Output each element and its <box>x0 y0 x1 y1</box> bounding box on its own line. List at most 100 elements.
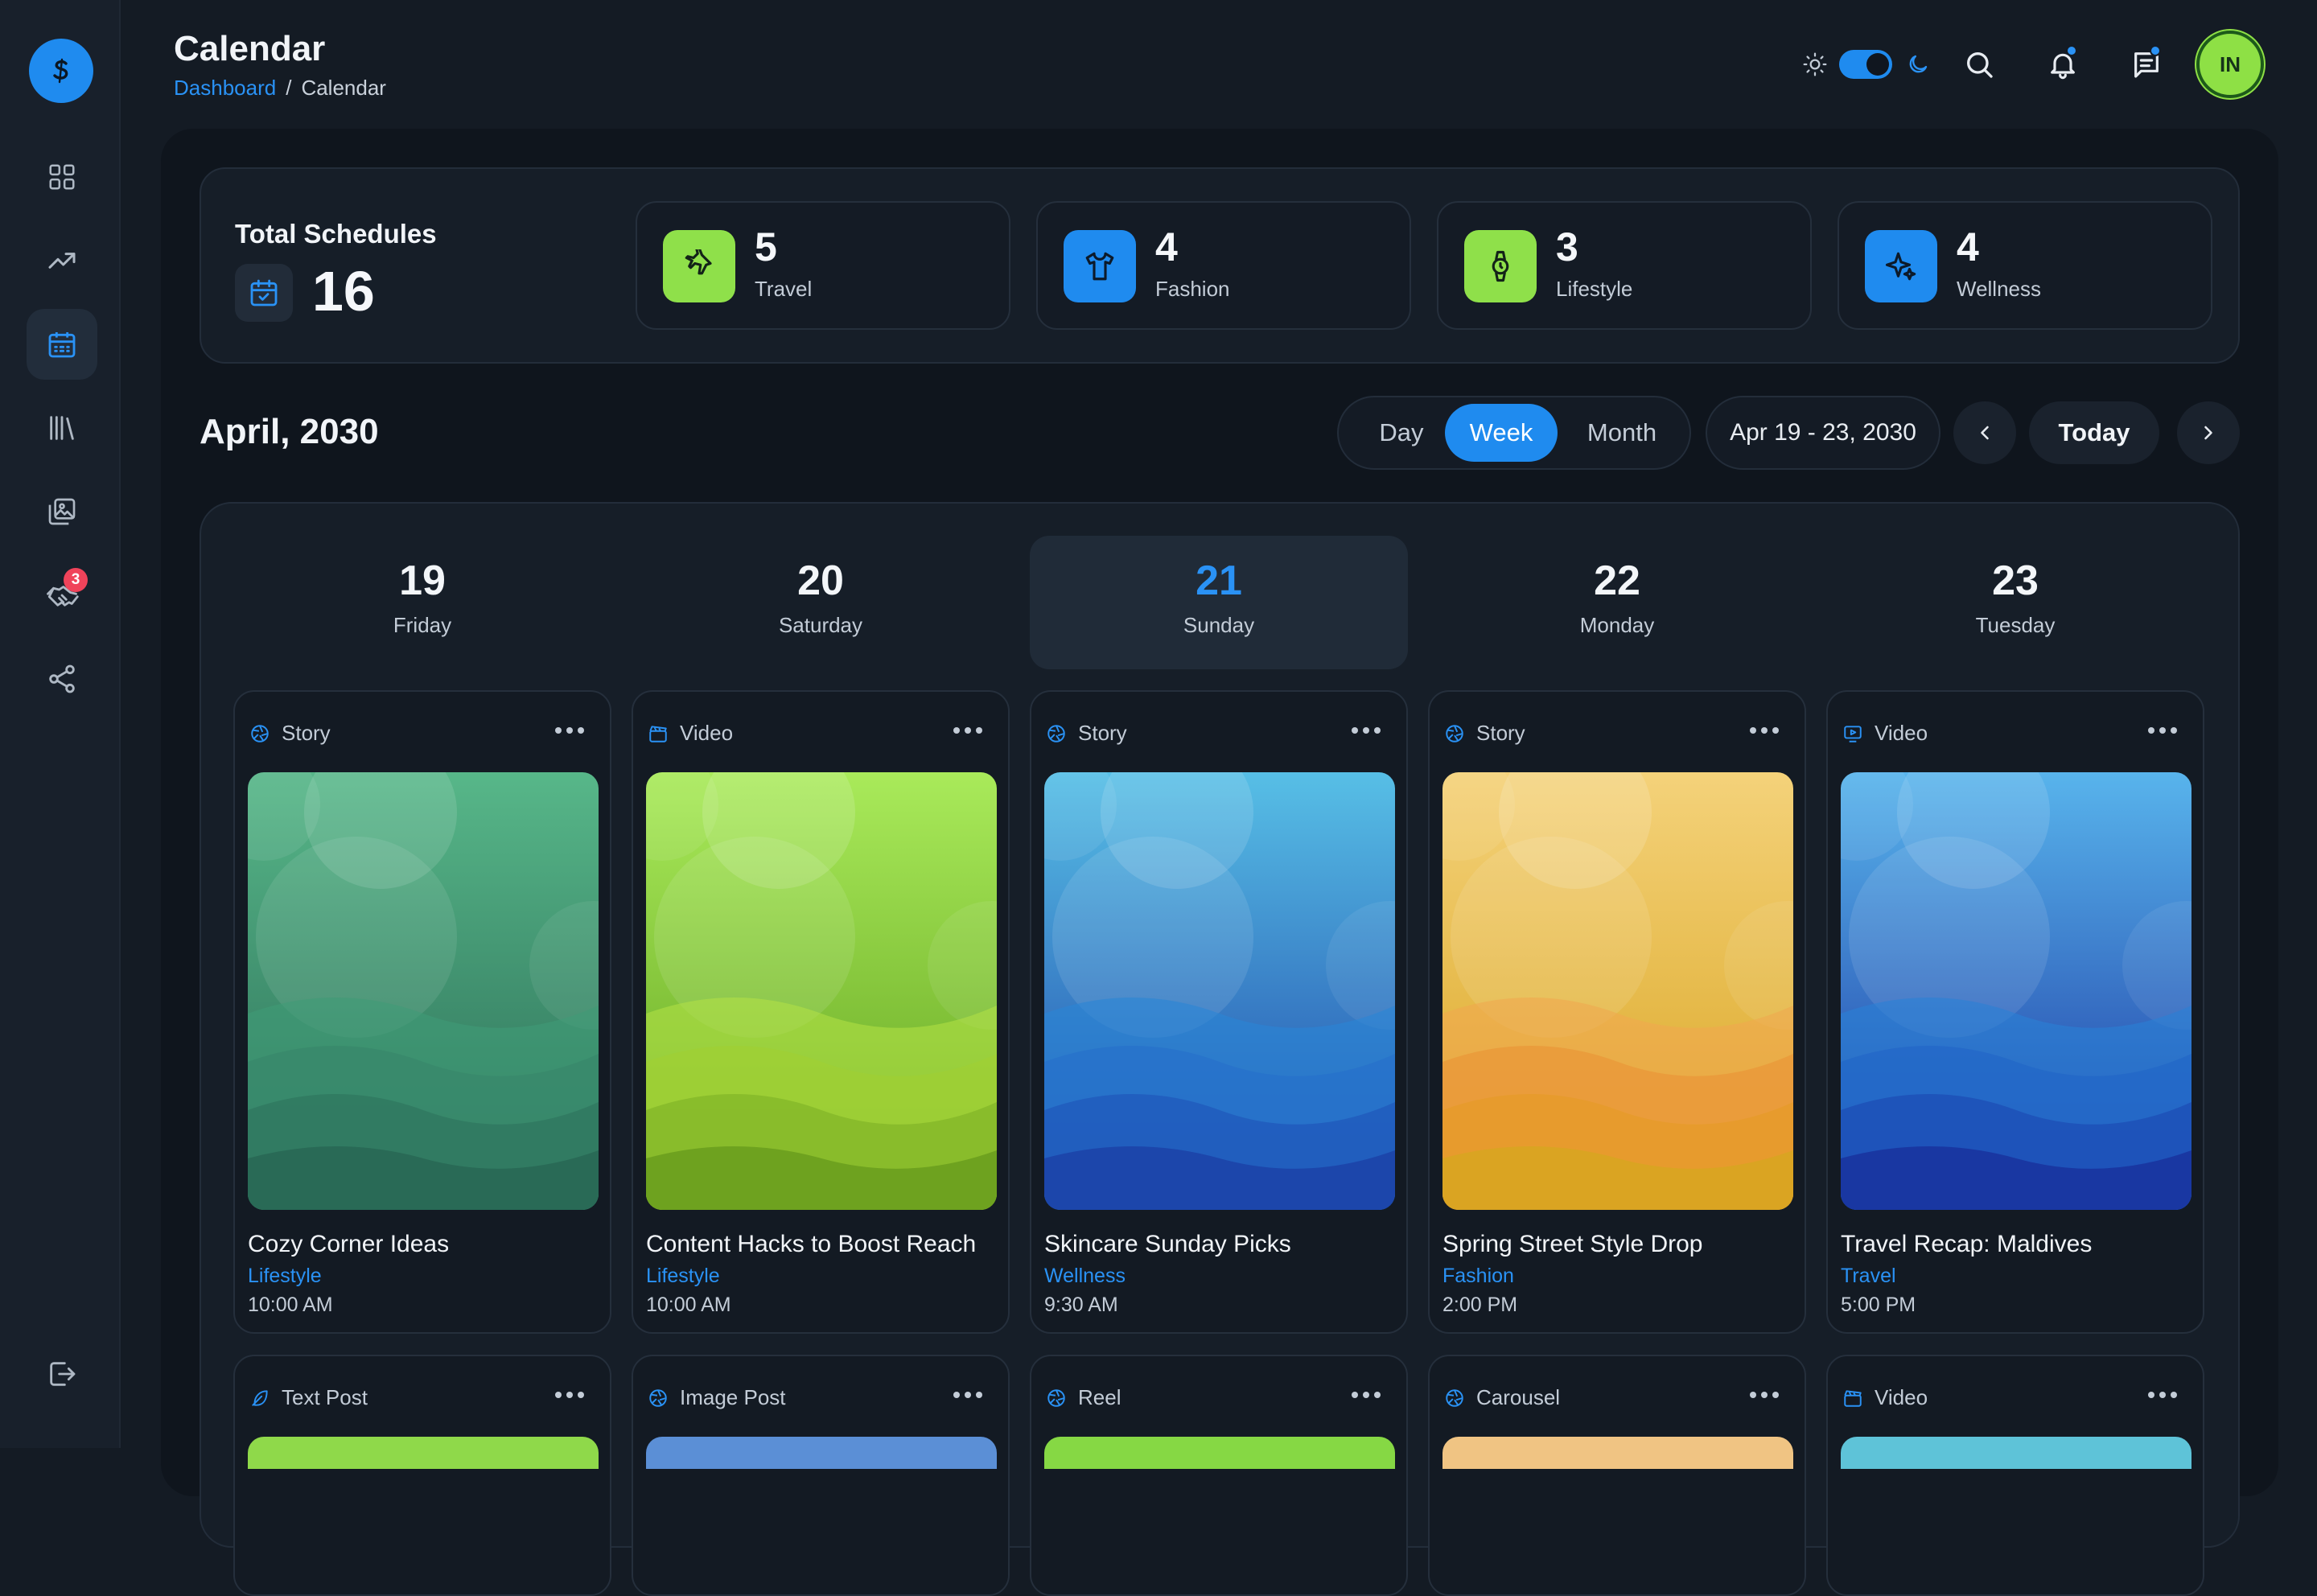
chevron-right-icon <box>2204 426 2212 440</box>
toggle-knob <box>1866 53 1889 76</box>
stat-value: 4 <box>1957 224 1979 269</box>
day-name: Saturday <box>778 613 863 637</box>
sidebar-item-calendar[interactable] <box>27 309 97 380</box>
post-card[interactable]: Story Skincare Sunday Picks Wellness 9:3… <box>1030 690 1408 1334</box>
view-month-button[interactable]: Month <box>1562 404 1681 462</box>
more-options-button[interactable] <box>953 722 982 738</box>
more-options-button[interactable] <box>1352 722 1381 738</box>
day-header[interactable]: 22 Monday <box>1428 536 1806 669</box>
post-category[interactable]: Fashion <box>1442 1265 1514 1288</box>
breadcrumb-separator: / <box>286 76 292 100</box>
post-card[interactable]: Text Post <box>233 1355 611 1596</box>
view-day-button[interactable]: Day <box>1353 404 1450 462</box>
aperture-icon <box>249 722 272 745</box>
post-category[interactable]: Wellness <box>1044 1265 1126 1288</box>
day-header-selected[interactable]: 21 Sunday <box>1030 536 1408 669</box>
post-card[interactable]: Video Travel Recap: Maldives Travel 5:00… <box>1826 690 2204 1334</box>
share-icon <box>49 664 75 693</box>
logout-icon <box>50 1362 76 1386</box>
post-card[interactable]: Image Post <box>632 1355 1010 1596</box>
breadcrumb-current: Calendar <box>301 76 386 100</box>
post-card[interactable]: Reel <box>1030 1355 1408 1596</box>
post-type-label: Carousel <box>1476 1385 1561 1409</box>
library-icon <box>50 416 74 440</box>
post-thumbnail[interactable] <box>646 1437 997 1469</box>
day-header[interactable]: 19 Friday <box>233 536 611 669</box>
sparkle-icon <box>1865 230 1937 302</box>
date-range[interactable]: Apr 19 - 23, 2030 <box>1706 396 1940 470</box>
prev-week-button[interactable] <box>1953 401 2016 464</box>
breadcrumb-dashboard-link[interactable]: Dashboard <box>174 76 276 100</box>
post-type-label: Video <box>1875 721 1928 745</box>
post-thumbnail[interactable] <box>1044 1437 1395 1469</box>
post-type: Video <box>1842 721 1928 746</box>
post-category[interactable]: Travel <box>1841 1265 1896 1288</box>
stat-card-lifestyle[interactable]: 3 Lifestyle <box>1437 201 1812 330</box>
day-header[interactable]: 20 Saturday <box>632 536 1010 669</box>
post-thumbnail[interactable] <box>1044 772 1395 1210</box>
stat-card-fashion[interactable]: 4 Fashion <box>1036 201 1411 330</box>
post-thumbnail[interactable] <box>1442 772 1793 1210</box>
post-time: 2:00 PM <box>1442 1294 1518 1316</box>
post-type: Reel <box>1046 1385 1121 1410</box>
more-options-button[interactable] <box>2148 1387 2177 1403</box>
post-thumbnail[interactable] <box>646 772 997 1210</box>
stat-card-wellness[interactable]: 4 Wellness <box>1838 201 2212 330</box>
sidebar-item-gallery[interactable] <box>27 476 97 547</box>
post-thumbnail[interactable] <box>1841 772 2191 1210</box>
more-options-button[interactable] <box>2148 722 2177 738</box>
sidebar-item-analytics[interactable] <box>27 225 97 296</box>
clapper-icon <box>648 722 670 745</box>
more-options-button[interactable] <box>1750 722 1779 738</box>
sidebar-item-dashboard[interactable] <box>27 142 97 212</box>
app-logo[interactable] <box>29 39 93 103</box>
post-card[interactable]: Story Spring Street Style Drop Fashion 2… <box>1428 690 1806 1334</box>
theme-toggle[interactable] <box>1839 50 1892 79</box>
post-type-label: Image Post <box>680 1385 786 1409</box>
more-options-button[interactable] <box>1352 1387 1381 1403</box>
post-card[interactable]: Story Cozy Corner Ideas Lifestyle 10:00 … <box>233 690 611 1334</box>
tshirt-icon <box>1064 230 1136 302</box>
calendar-icon <box>48 332 76 358</box>
stat-value: 5 <box>755 224 777 269</box>
clapper-icon <box>1842 1387 1865 1409</box>
more-options-button[interactable] <box>1750 1387 1779 1403</box>
more-options-button[interactable] <box>555 1387 584 1403</box>
notifications-button[interactable] <box>2040 42 2085 87</box>
search-button[interactable] <box>1957 42 2002 87</box>
post-thumbnail[interactable] <box>248 1437 599 1469</box>
next-week-button[interactable] <box>2177 401 2240 464</box>
aperture-icon <box>1046 1387 1068 1409</box>
message-dot <box>2150 45 2161 56</box>
sidebar-item-logout[interactable] <box>27 1339 97 1409</box>
more-options-button[interactable] <box>953 1387 982 1403</box>
sidebar-item-partners[interactable]: 3 <box>27 560 97 631</box>
post-title: Content Hacks to Boost Reach <box>646 1231 977 1257</box>
sidebar-item-library[interactable] <box>27 393 97 463</box>
schedule-icon <box>235 264 293 322</box>
sidebar-item-share[interactable] <box>27 644 97 714</box>
trending-icon <box>48 253 76 269</box>
stat-value: 3 <box>1556 224 1578 269</box>
post-time: 10:00 AM <box>646 1294 731 1316</box>
today-button[interactable]: Today <box>2029 401 2159 464</box>
post-category[interactable]: Lifestyle <box>248 1265 322 1288</box>
post-card[interactable]: Video <box>1826 1355 2204 1596</box>
day-header[interactable]: 23 Tuesday <box>1826 536 2204 669</box>
post-card[interactable]: Video Content Hacks to Boost Reach Lifes… <box>632 690 1010 1334</box>
post-thumbnail[interactable] <box>1442 1437 1793 1469</box>
messages-button[interactable] <box>2124 42 2169 87</box>
post-card[interactable]: Carousel <box>1428 1355 1806 1596</box>
post-thumbnail[interactable] <box>248 772 599 1210</box>
post-thumbnail[interactable] <box>1841 1437 2191 1469</box>
notification-badge: 3 <box>64 568 88 592</box>
more-options-button[interactable] <box>555 722 584 738</box>
view-week-button[interactable]: Week <box>1445 404 1558 462</box>
avatar[interactable]: IN <box>2196 31 2264 98</box>
aperture-icon <box>1444 722 1467 745</box>
airplane-icon <box>663 230 735 302</box>
day-name: Friday <box>393 613 452 637</box>
feather-icon <box>249 1387 272 1409</box>
stat-card-travel[interactable]: 5 Travel <box>636 201 1010 330</box>
post-category[interactable]: Lifestyle <box>646 1265 720 1288</box>
